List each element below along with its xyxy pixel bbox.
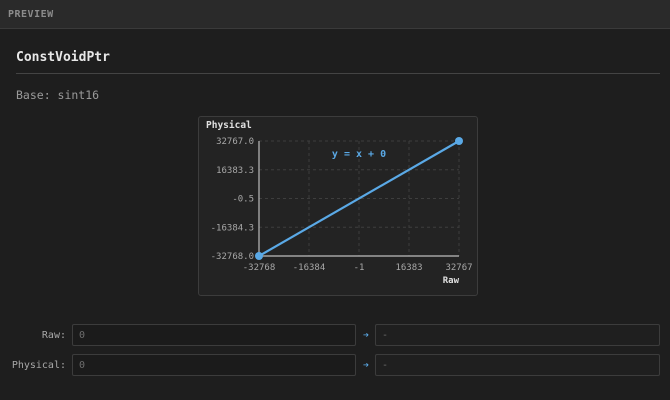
x-tick-label: 16383 [395,263,422,273]
y-axis-label: Physical [206,120,252,131]
y-tick-label: 16383.3 [216,166,254,176]
x-axis-label: Raw [443,276,460,286]
physical-output[interactable] [375,354,660,376]
panel-title: PREVIEW [8,9,54,20]
base-type-label: Base: sint16 [16,88,100,102]
x-tick-label: 32767 [445,263,472,273]
raw-output[interactable] [375,324,660,346]
y-tick-label: -0.5 [232,195,254,205]
y-tick-label: -16384.3 [211,223,254,233]
panel-header: PREVIEW [0,0,670,29]
x-tick-label: -16384 [293,263,326,273]
physical-label: Physical: [11,360,66,371]
physical-input[interactable] [72,354,356,376]
raw-input[interactable] [72,324,356,346]
equation-annotation: y = x + 0 [332,149,386,160]
x-tick-label: -1 [354,263,365,273]
y-tick-label: -32768.0 [211,252,254,262]
raw-label: Raw: [41,330,66,341]
y-tick-label: 32767.0 [216,137,254,147]
physical-arrow-icon: ➔ [362,360,370,371]
type-title: ConstVoidPtr [16,50,110,65]
conversion-chart: -32768 -16384 -1 16383 32767 32767.0 16383.3 -0… [206,120,473,286]
data-point [255,252,263,260]
x-tick-label: -32768 [243,263,276,273]
data-point [455,137,463,145]
title-divider [16,73,660,74]
raw-arrow-icon: ➔ [362,330,370,341]
